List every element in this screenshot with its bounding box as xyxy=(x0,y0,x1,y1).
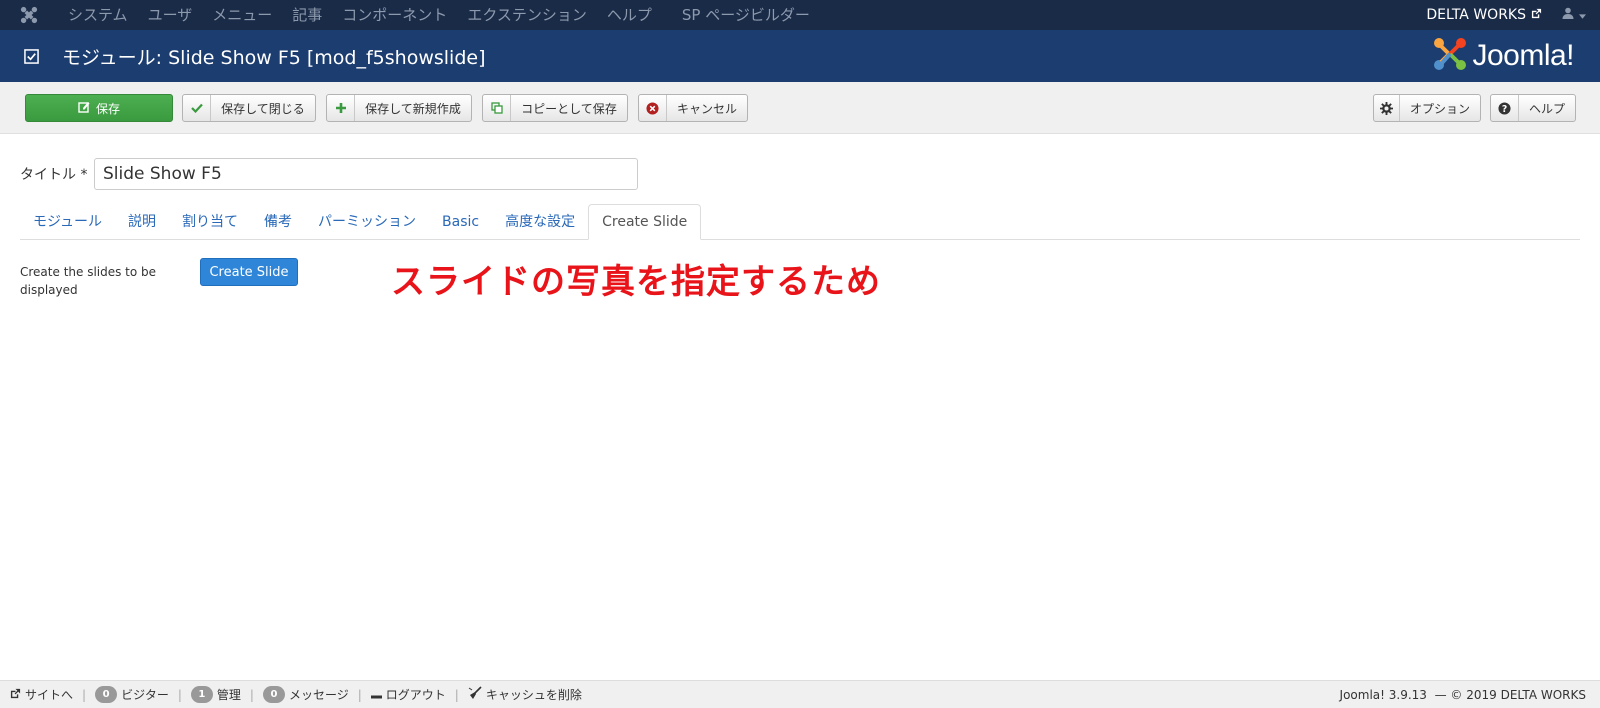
site-name: DELTA WORKS xyxy=(1426,7,1526,23)
joomla-brand-text: Joomla! xyxy=(1472,39,1574,72)
admin-label: 管理 xyxy=(216,688,241,702)
messages-badge: 0 xyxy=(262,686,285,703)
logout-label: ログアウト xyxy=(385,688,446,702)
save-new-button[interactable]: 保存して新規作成 xyxy=(326,94,472,122)
joomla-logo-icon[interactable] xyxy=(0,0,58,30)
top-navbar: システム ユーザ メニュー 記事 コンポーネント エクステンション ヘルプ SP… xyxy=(0,0,1600,30)
save-close-label: 保存して閉じる xyxy=(221,101,305,116)
visitors-link[interactable]: 0 ビジター xyxy=(86,686,178,703)
edit-icon xyxy=(78,101,90,116)
clear-cache-link[interactable]: キャッシュを削除 xyxy=(459,686,591,703)
tab-bar: モジュール 説明 割り当て 備考 パーミッション Basic 高度な設定 Cre… xyxy=(20,204,1580,240)
tab-module[interactable]: モジュール xyxy=(20,205,115,239)
tab-notes[interactable]: 備考 xyxy=(251,205,305,239)
menu-content[interactable]: 記事 xyxy=(282,0,332,30)
annotation-text: スライドの写真を指定するため xyxy=(391,262,881,302)
svg-text:?: ? xyxy=(1502,103,1507,114)
help-label: ヘルプ xyxy=(1528,101,1565,116)
required-mark: * xyxy=(80,167,88,183)
joomla-brand-logo-icon xyxy=(1432,36,1468,76)
external-link-icon xyxy=(1531,7,1542,23)
minus-icon xyxy=(370,688,382,702)
tab-basic[interactable]: Basic xyxy=(429,205,492,239)
tab-permissions[interactable]: パーミッション xyxy=(305,205,429,239)
plus-icon xyxy=(327,95,355,121)
page-title: モジュール: Slide Show F5 [mod_f5showslide] xyxy=(62,46,486,69)
page-header: モジュール: Slide Show F5 [mod_f5showslide] J… xyxy=(0,30,1600,82)
question-circle-icon: ? xyxy=(1491,95,1519,121)
version-text: Joomla! 3.9.13 xyxy=(1339,687,1427,702)
tab-assignment[interactable]: 割り当て xyxy=(169,205,251,239)
cancel-circle-icon xyxy=(639,95,667,121)
menu-help[interactable]: ヘルプ xyxy=(597,0,662,30)
help-button[interactable]: ? ヘルプ xyxy=(1490,94,1576,122)
title-input[interactable] xyxy=(94,158,638,190)
cancel-label: キャンセル xyxy=(676,101,737,116)
logout-link[interactable]: ログアウト xyxy=(362,686,455,703)
save-close-button[interactable]: 保存して閉じる xyxy=(182,94,316,122)
menu-components[interactable]: コンポーネント xyxy=(332,0,457,30)
menu-users[interactable]: ユーザ xyxy=(138,0,203,30)
main-menu: システム ユーザ メニュー 記事 コンポーネント エクステンション ヘルプ SP… xyxy=(58,0,820,30)
tab-description[interactable]: 説明 xyxy=(115,205,169,239)
save-copy-label: コピーとして保存 xyxy=(521,101,617,116)
visitors-badge: 0 xyxy=(95,686,118,703)
save-copy-button[interactable]: コピーとして保存 xyxy=(482,94,628,122)
options-button[interactable]: オプション xyxy=(1373,94,1481,122)
view-site-link[interactable]: サイトへ xyxy=(0,686,82,703)
admin-link[interactable]: 1 管理 xyxy=(182,686,250,703)
menu-system[interactable]: システム xyxy=(58,0,138,30)
view-site-label: サイトへ xyxy=(25,688,74,702)
gear-icon xyxy=(1374,95,1400,121)
joomla-brand: Joomla! xyxy=(1432,36,1574,76)
broom-icon xyxy=(468,686,482,703)
title-label: タイトル * xyxy=(20,167,88,183)
visitors-label: ビジター xyxy=(121,688,169,702)
save-button[interactable]: 保存 xyxy=(25,94,173,122)
copyright-text: — © 2019 DELTA WORKS xyxy=(1434,687,1586,702)
caret-down-icon xyxy=(1579,8,1586,23)
site-link[interactable]: DELTA WORKS xyxy=(1418,7,1550,23)
cancel-button[interactable]: キャンセル xyxy=(638,94,748,122)
create-slide-button[interactable]: Create Slide xyxy=(200,258,298,286)
save-button-label: 保存 xyxy=(95,101,120,116)
admin-badge: 1 xyxy=(190,686,213,703)
create-slide-label: Create the slides to be displayed xyxy=(20,265,157,297)
messages-link[interactable]: 0 メッセージ xyxy=(254,686,358,703)
messages-label: メッセージ xyxy=(288,688,349,702)
checkbox-square-icon xyxy=(0,48,62,64)
tab-advanced[interactable]: 高度な設定 xyxy=(492,205,588,239)
clear-cache-label: キャッシュを削除 xyxy=(485,688,582,702)
save-new-label: 保存して新規作成 xyxy=(365,101,461,116)
options-label: オプション xyxy=(1409,101,1470,116)
menu-extensions[interactable]: エクステンション xyxy=(457,0,597,30)
user-icon xyxy=(1562,7,1574,23)
tab-create-slide[interactable]: Create Slide xyxy=(588,204,702,240)
toolbar: 保存 保存して閉じる 保存して新規作成 コピーとして保存 キャンセル オプション… xyxy=(0,82,1600,134)
title-field-row: タイトル * xyxy=(20,158,638,190)
copy-icon xyxy=(483,95,511,121)
user-menu[interactable] xyxy=(1550,7,1600,23)
external-link-icon xyxy=(10,688,21,702)
footer-info: Joomla! 3.9.13 — © 2019 DELTA WORKS xyxy=(1340,688,1600,702)
status-bar: サイトへ | 0 ビジター | 1 管理 | 0 メッセージ | ログアウト |… xyxy=(0,680,1600,708)
menu-sp-page-builder[interactable]: SP ページビルダー xyxy=(672,0,820,30)
menu-menus[interactable]: メニュー xyxy=(202,0,282,30)
check-icon xyxy=(183,95,211,121)
